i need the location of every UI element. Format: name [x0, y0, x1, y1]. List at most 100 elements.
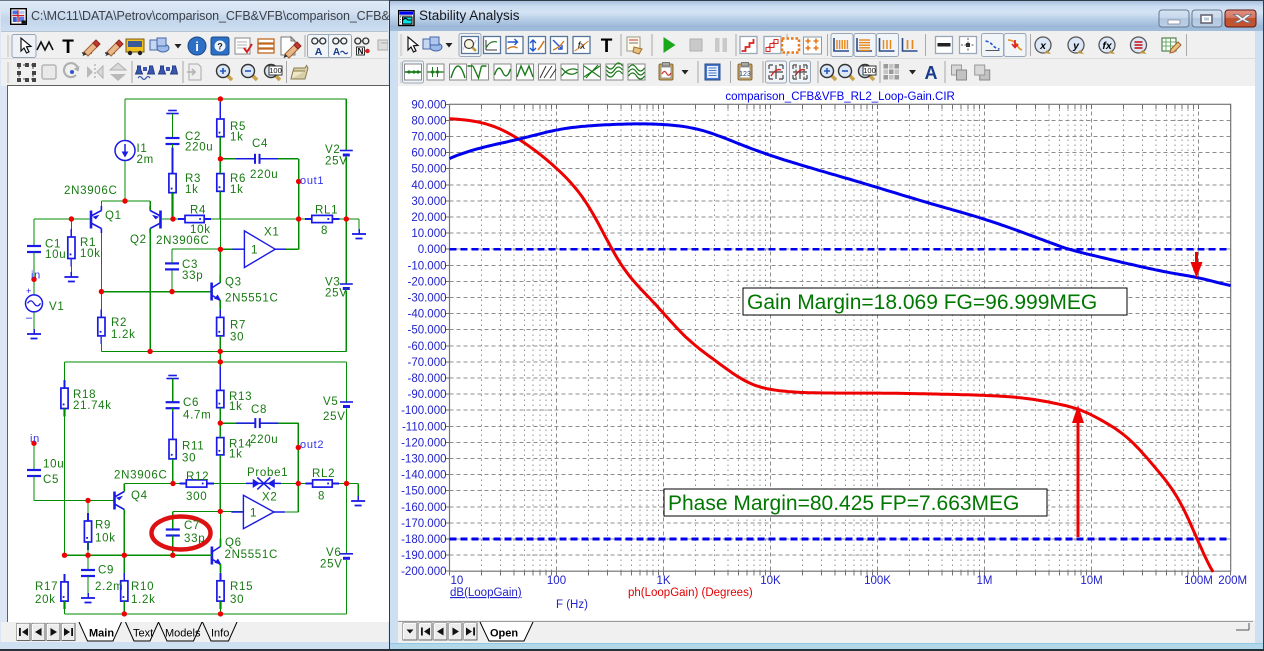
svg-text:4.7m: 4.7m [183, 410, 211, 422]
svg-text:A: A [333, 47, 340, 58]
svg-text:1k: 1k [229, 449, 243, 461]
svg-text:Q1: Q1 [105, 210, 122, 222]
svg-text:-130.000: -130.000 [401, 454, 446, 466]
svg-text:Open: Open [490, 628, 518, 640]
svg-text:30: 30 [230, 332, 244, 344]
svg-text:10k: 10k [80, 248, 101, 260]
svg-text:10.000: 10.000 [411, 228, 446, 240]
svg-text:A: A [315, 46, 323, 58]
svg-text:R15: R15 [230, 581, 253, 593]
svg-text:1M: 1M [977, 575, 993, 587]
svg-text:Q4: Q4 [131, 490, 148, 502]
svg-text:21.74k: 21.74k [73, 400, 112, 412]
svg-text:out2: out2 [300, 439, 324, 451]
svg-text:25V: 25V [323, 411, 346, 423]
svg-text:Phase Margin=80.425 FP=7.663ME: Phase Margin=80.425 FP=7.663MEG [668, 492, 1019, 515]
svg-text:x: x [1039, 40, 1047, 52]
svg-text:-170.000: -170.000 [401, 518, 446, 530]
svg-text:-100.000: -100.000 [401, 405, 446, 417]
svg-text:33p: 33p [182, 270, 203, 282]
svg-text:100: 100 [547, 575, 566, 587]
svg-text:1: 1 [250, 506, 257, 520]
svg-text:C4: C4 [252, 138, 268, 150]
svg-text:2N5551C: 2N5551C [225, 549, 279, 561]
svg-text:V1: V1 [49, 301, 64, 313]
svg-text:80.000: 80.000 [411, 115, 446, 127]
svg-text:1k: 1k [230, 184, 244, 196]
svg-text:?: ? [217, 42, 223, 52]
svg-text:200M: 200M [1218, 575, 1247, 587]
svg-text:-70.000: -70.000 [407, 357, 446, 369]
svg-text:60.000: 60.000 [411, 148, 446, 160]
svg-text:V5: V5 [323, 396, 338, 408]
svg-text:R17: R17 [35, 581, 58, 593]
svg-text:R7: R7 [230, 320, 246, 332]
svg-text:90.000: 90.000 [411, 99, 446, 111]
svg-text:-140.000: -140.000 [401, 470, 446, 482]
svg-text:comparison_CFB&VFB_RL2_Loop-Ga: comparison_CFB&VFB_RL2_Loop-Gain.CIR [725, 91, 954, 103]
svg-text:2m: 2m [137, 154, 154, 166]
svg-text:C5: C5 [43, 474, 59, 486]
svg-text:100: 100 [863, 66, 876, 75]
svg-text:30: 30 [182, 453, 196, 465]
svg-text:25V: 25V [325, 288, 348, 300]
svg-text:0.000: 0.000 [418, 244, 447, 256]
svg-text:fx: fx [1102, 40, 1112, 52]
svg-text:T: T [601, 36, 613, 57]
svg-text:T: T [62, 37, 74, 58]
svg-text:20k: 20k [35, 594, 56, 606]
svg-text:Gain Margin=18.069 FG=96.999ME: Gain Margin=18.069 FG=96.999MEG [747, 291, 1097, 314]
svg-text:2N3906C: 2N3906C [156, 235, 210, 247]
svg-text:1K: 1K [656, 575, 670, 587]
svg-text:-60.000: -60.000 [407, 341, 446, 353]
svg-text:8: 8 [321, 225, 328, 237]
svg-text:220u: 220u [185, 142, 213, 154]
svg-text:C8: C8 [251, 404, 267, 416]
svg-text:out1: out1 [300, 175, 324, 187]
svg-text:100M: 100M [1184, 575, 1213, 587]
svg-text:10u: 10u [43, 459, 64, 471]
svg-text:-40.000: -40.000 [407, 309, 446, 321]
svg-text:33p: 33p [184, 533, 205, 545]
svg-text:Q2: Q2 [130, 234, 147, 246]
svg-text:10M: 10M [1080, 575, 1102, 587]
svg-text:i: i [195, 39, 199, 54]
svg-text:2N3906C: 2N3906C [114, 470, 168, 482]
svg-text:Info: Info [211, 628, 229, 640]
svg-text:1k: 1k [185, 184, 199, 196]
svg-text:X2: X2 [262, 492, 277, 504]
svg-text:R9: R9 [95, 520, 111, 532]
svg-text:–: – [26, 312, 33, 324]
svg-text:V6: V6 [326, 547, 341, 559]
svg-text:Q6: Q6 [225, 537, 242, 549]
svg-text:220u: 220u [250, 434, 278, 446]
svg-text:2.2m: 2.2m [95, 581, 123, 593]
svg-text:1.2k: 1.2k [131, 594, 156, 606]
svg-text:20.000: 20.000 [411, 212, 446, 224]
svg-text:A: A [925, 63, 938, 83]
svg-text:R2: R2 [111, 317, 127, 329]
svg-text:-20.000: -20.000 [407, 276, 446, 288]
svg-text:Q3: Q3 [225, 277, 242, 289]
svg-text:F (Hz): F (Hz) [556, 599, 588, 611]
svg-text:10k: 10k [95, 533, 116, 545]
svg-text:300: 300 [186, 491, 207, 503]
svg-text:100: 100 [269, 66, 282, 75]
svg-text:R4: R4 [190, 205, 206, 217]
svg-text:10k: 10k [190, 224, 211, 236]
svg-text:-160.000: -160.000 [401, 502, 446, 514]
svg-text:10u: 10u [45, 249, 66, 261]
svg-text:-200.000: -200.000 [401, 566, 446, 578]
svg-text:in: in [30, 433, 40, 445]
svg-text:R10: R10 [131, 581, 154, 593]
svg-text:RL1: RL1 [315, 205, 338, 217]
svg-text:-110.000: -110.000 [402, 421, 447, 433]
svg-text:RL2: RL2 [312, 468, 335, 480]
svg-text:-30.000: -30.000 [407, 293, 446, 305]
svg-text:-120.000: -120.000 [401, 437, 446, 449]
svg-text:2N3906C: 2N3906C [64, 185, 118, 197]
svg-text:10K: 10K [760, 575, 781, 587]
svg-text:-90.000: -90.000 [407, 389, 446, 401]
svg-text:123: 123 [739, 71, 751, 78]
svg-text:70.000: 70.000 [411, 132, 446, 144]
